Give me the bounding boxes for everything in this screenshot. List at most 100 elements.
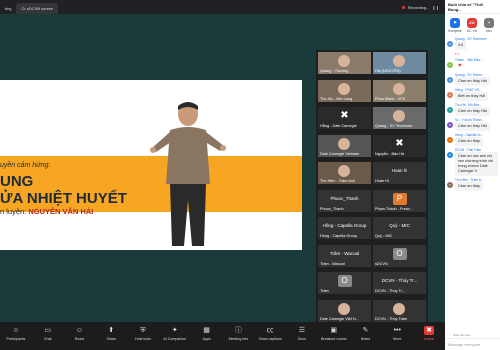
share-icon: ⬆ [108, 327, 115, 334]
participant-video [338, 82, 350, 95]
participant-tile[interactable]: OsDCVN [373, 244, 426, 267]
apps-button[interactable]: ▦ Apps [191, 326, 223, 341]
chat-message[interactable]: Quang - SV Techm... Q Cảm ơn thầy Hải [447, 73, 498, 86]
sender-avatar: T [447, 182, 453, 188]
chat-tab-label: Everyone [448, 29, 462, 33]
browser-tab-active[interactable]: Cr sDCVN screen [16, 3, 59, 14]
participant-name: Hoan Hi [375, 179, 389, 183]
participants-icon: ☺ [12, 327, 20, 334]
participant-tile[interactable]: Phuoc_Thanh Phuoc_Thanh [318, 189, 371, 212]
meeting-info-button[interactable]: ⓘ Meeting info [222, 326, 254, 341]
toolbar-label: React [74, 337, 85, 341]
participants-button[interactable]: ☺ Participants [0, 326, 32, 341]
participant-tile[interactable]: Hoan hi Hoan Hi [373, 162, 426, 184]
chat-message[interactable]: DCVN - Thái Trâm D Cảm ơn các anh chị ven … [447, 148, 498, 176]
message-reaction[interactable]: ♥ 1 [447, 52, 498, 56]
more-button[interactable]: ••• More [381, 326, 413, 341]
participant-name: Quý - MIC [375, 234, 393, 238]
react-button[interactable]: ☺ React [64, 326, 96, 341]
recipient-icon: ZO [467, 18, 477, 28]
participant-name: Dale Carnegie Việt N... [320, 316, 359, 321]
browser-tab[interactable]: ting [0, 3, 16, 14]
participant-video [393, 55, 405, 67]
participant-tile[interactable]: Dale Carnegie Vietnam [318, 134, 371, 157]
breakout-rooms-button[interactable]: ▣ Breakout rooms [318, 326, 350, 341]
participant-tile[interactable]: Quang - Thường [318, 52, 371, 74]
participant-tile[interactable]: Thu Hà - Văn Lang [318, 79, 371, 102]
participant-tile[interactable]: Hải (NGUYỄN) [373, 52, 426, 74]
tab-label: ting [5, 6, 12, 11]
participant-name: Dale Carnegie Vietnam [320, 151, 360, 156]
participant-tile[interactable]: DCVN - Thùy Tr... DCVN - Thùy Tr... [373, 272, 426, 294]
message-text: Cảm ơn các anh chị ven chương trình chị … [455, 152, 498, 176]
sender-avatar: T [447, 62, 453, 68]
chat-message[interactable]: Hằng - PHAT VN... H Biết ơn thầy Hải [447, 88, 498, 101]
participant-name: Thu Hà - Văn Lang [320, 96, 353, 101]
pause-icon[interactable]: ❙❙ [432, 5, 439, 10]
chat-message[interactable]: Thu Hiền - Trâm A... T Cảm ơn thầy [447, 178, 498, 191]
ai-companion-button[interactable]: ✦ AI Companion [159, 326, 191, 341]
ai-icon: ✦ [171, 327, 178, 334]
chat-icon: ▭ [44, 327, 51, 334]
participant-video [338, 55, 350, 67]
chat-panel: Buổi chia sẻ "Thổi Bùng... ⚑ Everyone ZO DC… [445, 0, 500, 350]
chat-message[interactable]: ♥ 1 [447, 52, 498, 56]
participant-name: Quang - SV Techmore [375, 124, 413, 128]
participant-name: DCVN - Thùy Tr... [375, 289, 405, 293]
participant-tile[interactable]: O Trâm [318, 272, 371, 294]
recording-indicator[interactable]: Recording... ❙❙ [401, 5, 445, 10]
chat-message-input[interactable]: Message everyone [445, 338, 500, 350]
who-can-see-note[interactable]: Who can see [445, 333, 471, 337]
sender-avatar: T [447, 107, 453, 113]
chat-tab[interactable]: + Nev [482, 18, 496, 33]
message-text: Cảm ơn thầy Hải [455, 122, 490, 131]
participant-tile[interactable]: Quý - MIC Quý - MIC [373, 217, 426, 239]
participant-tile[interactable]: P Phạm Thành - Fresh... [373, 189, 426, 212]
chat-message[interactable]: Quang - SV Techmore Q 4.6 [447, 37, 498, 50]
chat-button[interactable]: ▭ Chat [32, 326, 64, 341]
participant-video [393, 110, 405, 122]
participant-tile[interactable]: Thu Hiền - Trâm Anh [318, 162, 371, 184]
participant-name: DCVN - Thùy Trâm [375, 316, 408, 321]
shield-icon: ⛨ [140, 327, 146, 334]
participant-tile[interactable]: Trâm - Wacoal Trâm - Wacoal [318, 244, 371, 267]
meeting-toolbar: ☺ Participants ▭ Chat ☺ React ⬆ Share ⛨ Host tool… [0, 322, 445, 350]
leave-button[interactable]: ✖ Leave [413, 326, 445, 341]
participant-display-name: DCVN - Thùy Tr... [381, 278, 418, 283]
participant-tile[interactable]: Hồng - Capella Group Hồng - Capella Group [318, 217, 371, 239]
recipient-icon: ⚑ [450, 18, 460, 28]
participant-tile[interactable]: DCVN - Thùy Trâm [373, 299, 426, 322]
toolbar-label: Meeting info [228, 337, 249, 341]
participant-tile[interactable]: ✖ Hằng - Dale Carnegie [318, 107, 371, 129]
dale-carnegie-logo-icon: ✖ [395, 137, 404, 149]
chat-tab[interactable]: ZO DC VN [465, 18, 479, 33]
participant-tile[interactable]: Quang - SV Techmore [373, 107, 426, 129]
share-button[interactable]: ⬆ Share [95, 326, 127, 341]
message-text: Biết ơn thầy Hải [455, 92, 489, 101]
message-text: Cảm ơn thầy [455, 182, 483, 191]
chat-message[interactable]: Hồng - Capella Gr... H Cảm ơn thầy [447, 133, 498, 146]
chat-recipient-tabs: ⚑ Everyone ZO DC VN + Nev [445, 14, 500, 37]
participant-display-name: Hồng - Capella Group [322, 223, 367, 228]
participant-tile[interactable]: Dale Carnegie Việt N... [318, 299, 371, 322]
tab-label: Cr sDCVN screen [21, 6, 54, 11]
toolbar-label: Breakout rooms [321, 337, 347, 341]
chat-tab[interactable]: ⚑ Everyone [448, 18, 462, 33]
toolbar-label: More [393, 337, 402, 341]
participant-name: Phuoc_Thanh [320, 206, 344, 211]
toolbar-label: Apps [202, 337, 211, 341]
participant-name: Quang - Thường [320, 69, 349, 73]
notes-button[interactable]: ✎ Notes [350, 326, 382, 341]
chat-message-list[interactable]: Quang - SV Techmore Q 4.6 ♥ 1 Thành - Viện Đ… [445, 37, 500, 191]
toolbar-label: Participants [6, 337, 26, 341]
host-tools-button[interactable]: ⛨ Host tools [127, 326, 159, 341]
chat-message[interactable]: Thành - Viện Đầu... T ♥ [447, 58, 498, 71]
chat-message[interactable]: So - Y khoa Thánh... S Cảm ơn thầy Hải [447, 118, 498, 131]
participant-gallery[interactable]: Quang - Thường Hải (NGUYỄN) Thu Hà - Văn L… [316, 50, 428, 327]
docs-button[interactable]: ☰ Docs [286, 326, 318, 341]
participant-tile[interactable]: Phan Mạnh - VFS [373, 79, 426, 102]
participant-tile[interactable]: ✖ Nguyễn - Bảo Hà [373, 134, 426, 157]
show-captions-button[interactable]: ㏄ Show captions [254, 326, 286, 341]
chat-message[interactable]: Thu Hà - Mô-Bim... T Cảm ơn thầy Hải [447, 103, 498, 116]
sender-avatar: S [447, 122, 453, 128]
